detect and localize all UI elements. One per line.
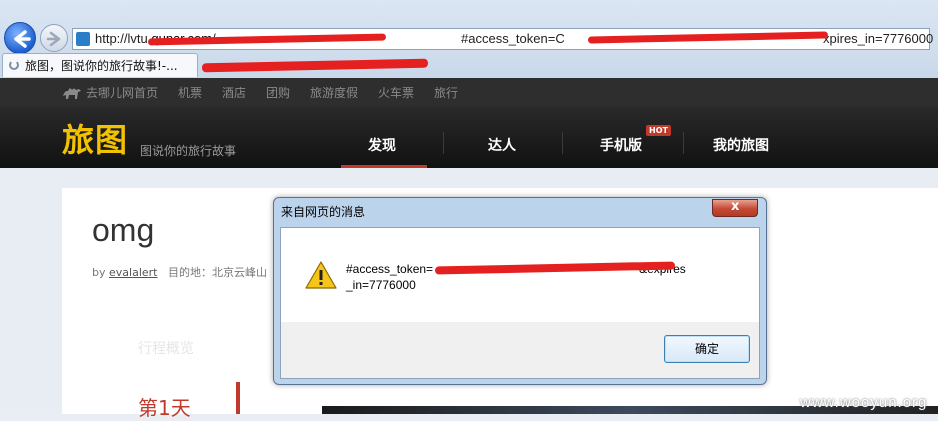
tab-title: 旅图，图说你的旅行故事!-... <box>25 59 178 73</box>
post-title: omg <box>92 212 155 248</box>
topnav-vacation-link[interactable]: 旅游度假 <box>310 84 358 101</box>
site-slogan: 图说你的旅行故事 <box>140 144 237 158</box>
nav-divider <box>683 132 684 154</box>
message-start: #access_token= <box>346 262 434 276</box>
dialog-close-button[interactable]: x <box>712 199 758 217</box>
topnav-travel-link[interactable]: 旅行 <box>434 84 458 101</box>
nav-divider <box>443 132 444 154</box>
alert-dialog: 来自网页的消息 x #access_token=&expires _in=777… <box>273 197 767 385</box>
warning-icon <box>305 261 337 289</box>
camel-logo-icon <box>63 88 81 99</box>
nav-divider <box>562 132 563 154</box>
url-prefix: http://lvtu. <box>95 31 152 46</box>
back-button[interactable] <box>4 22 36 54</box>
nav-discover[interactable]: 发现 <box>368 135 396 155</box>
day-marker <box>236 382 240 414</box>
topnav-hotels-link[interactable]: 酒店 <box>222 84 246 101</box>
dialog-title: 来自网页的消息 <box>281 205 366 219</box>
author-link[interactable]: evalalert <box>109 266 157 279</box>
topnav-flights-link[interactable]: 机票 <box>178 84 202 101</box>
site-logo[interactable]: 旅图 <box>62 115 128 161</box>
tab-redacted[interactable] <box>200 53 430 77</box>
message-line2: _in=7776000 <box>346 278 416 292</box>
nav-experts[interactable]: 达人 <box>488 135 516 155</box>
arrow-right-icon <box>46 31 61 47</box>
topnav-home-link[interactable]: 去哪儿网首页 <box>86 84 158 101</box>
day-label[interactable]: 第1天 <box>138 392 191 421</box>
topnav-train-link[interactable]: 火车票 <box>378 84 414 101</box>
nav-mobile[interactable]: 手机版 <box>600 135 642 155</box>
url-token: #access_token=C <box>461 31 565 46</box>
topnav-groupbuy-link[interactable]: 团购 <box>266 84 290 101</box>
tab-bar: 旅图，图说你的旅行故事!-... <box>0 52 938 78</box>
watermark-text: www.wooyun.org <box>800 394 928 411</box>
tab-active[interactable]: 旅图，图说你的旅行故事!-... <box>2 53 198 77</box>
site-favicon-icon <box>76 32 90 46</box>
loading-icon <box>9 60 19 70</box>
hot-badge: HOT <box>646 125 671 136</box>
arrow-left-icon <box>14 30 31 48</box>
itinerary-heading: 行程概览 <box>138 341 194 357</box>
post-byline: by evalalert 目的地：北京云峰山 <box>92 264 267 280</box>
ok-button[interactable]: 确定 <box>664 335 750 363</box>
dialog-body: #access_token=&expires _in=7776000 确定 <box>280 227 760 379</box>
by-label: by <box>92 266 106 279</box>
nav-my-lvtu[interactable]: 我的旅图 <box>713 135 769 155</box>
url-tail: xpires_in=7776000 <box>823 31 934 46</box>
forward-button[interactable] <box>40 24 68 52</box>
destination-text: 目的地：北京云峰山 <box>167 266 267 279</box>
close-icon: x <box>731 199 740 214</box>
tab-redaction <box>201 58 429 73</box>
